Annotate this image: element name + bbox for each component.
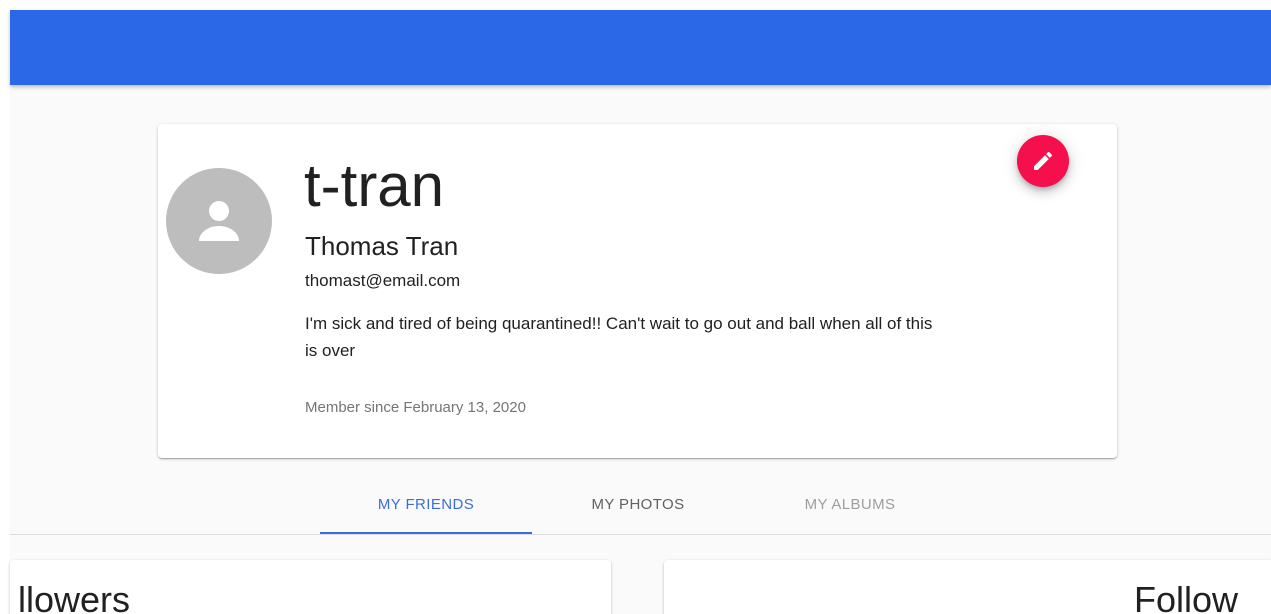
bio: I'm sick and tired of being quarantined!…: [305, 314, 933, 360]
edit-profile-button[interactable]: [1017, 135, 1069, 187]
profile-card: t-tran Thomas Tran thomast@email.com I'm…: [158, 124, 1117, 458]
person-icon: [199, 201, 239, 241]
member-since: Member since February 13, 2020: [305, 399, 526, 416]
app-bar: [10, 10, 1271, 85]
following-title: Follow: [1134, 579, 1239, 614]
following-panel: Follow: [664, 560, 1271, 614]
avatar: [166, 168, 272, 274]
profile-tabs: MY FRIENDS MY PHOTOS MY ALBUMS: [320, 474, 956, 534]
username: t-tran: [304, 152, 445, 219]
email: thomast@email.com: [305, 271, 461, 290]
tab-label: MY ALBUMS: [804, 495, 896, 513]
followers-title: llowers: [18, 579, 131, 614]
full-name: Thomas Tran: [305, 231, 459, 261]
tab-label: MY PHOTOS: [591, 495, 685, 513]
page-top-edge: [0, 0, 1271, 10]
tab-my-friends[interactable]: MY FRIENDS: [320, 474, 532, 534]
page-left-edge: [0, 0, 10, 614]
pencil-icon: [1034, 151, 1053, 170]
tab-label: MY FRIENDS: [377, 495, 475, 513]
tabs-divider: [10, 534, 1271, 535]
followers-panel: llowers: [10, 560, 611, 614]
tab-my-photos[interactable]: MY PHOTOS: [532, 474, 744, 534]
tab-my-albums[interactable]: MY ALBUMS: [744, 474, 956, 534]
